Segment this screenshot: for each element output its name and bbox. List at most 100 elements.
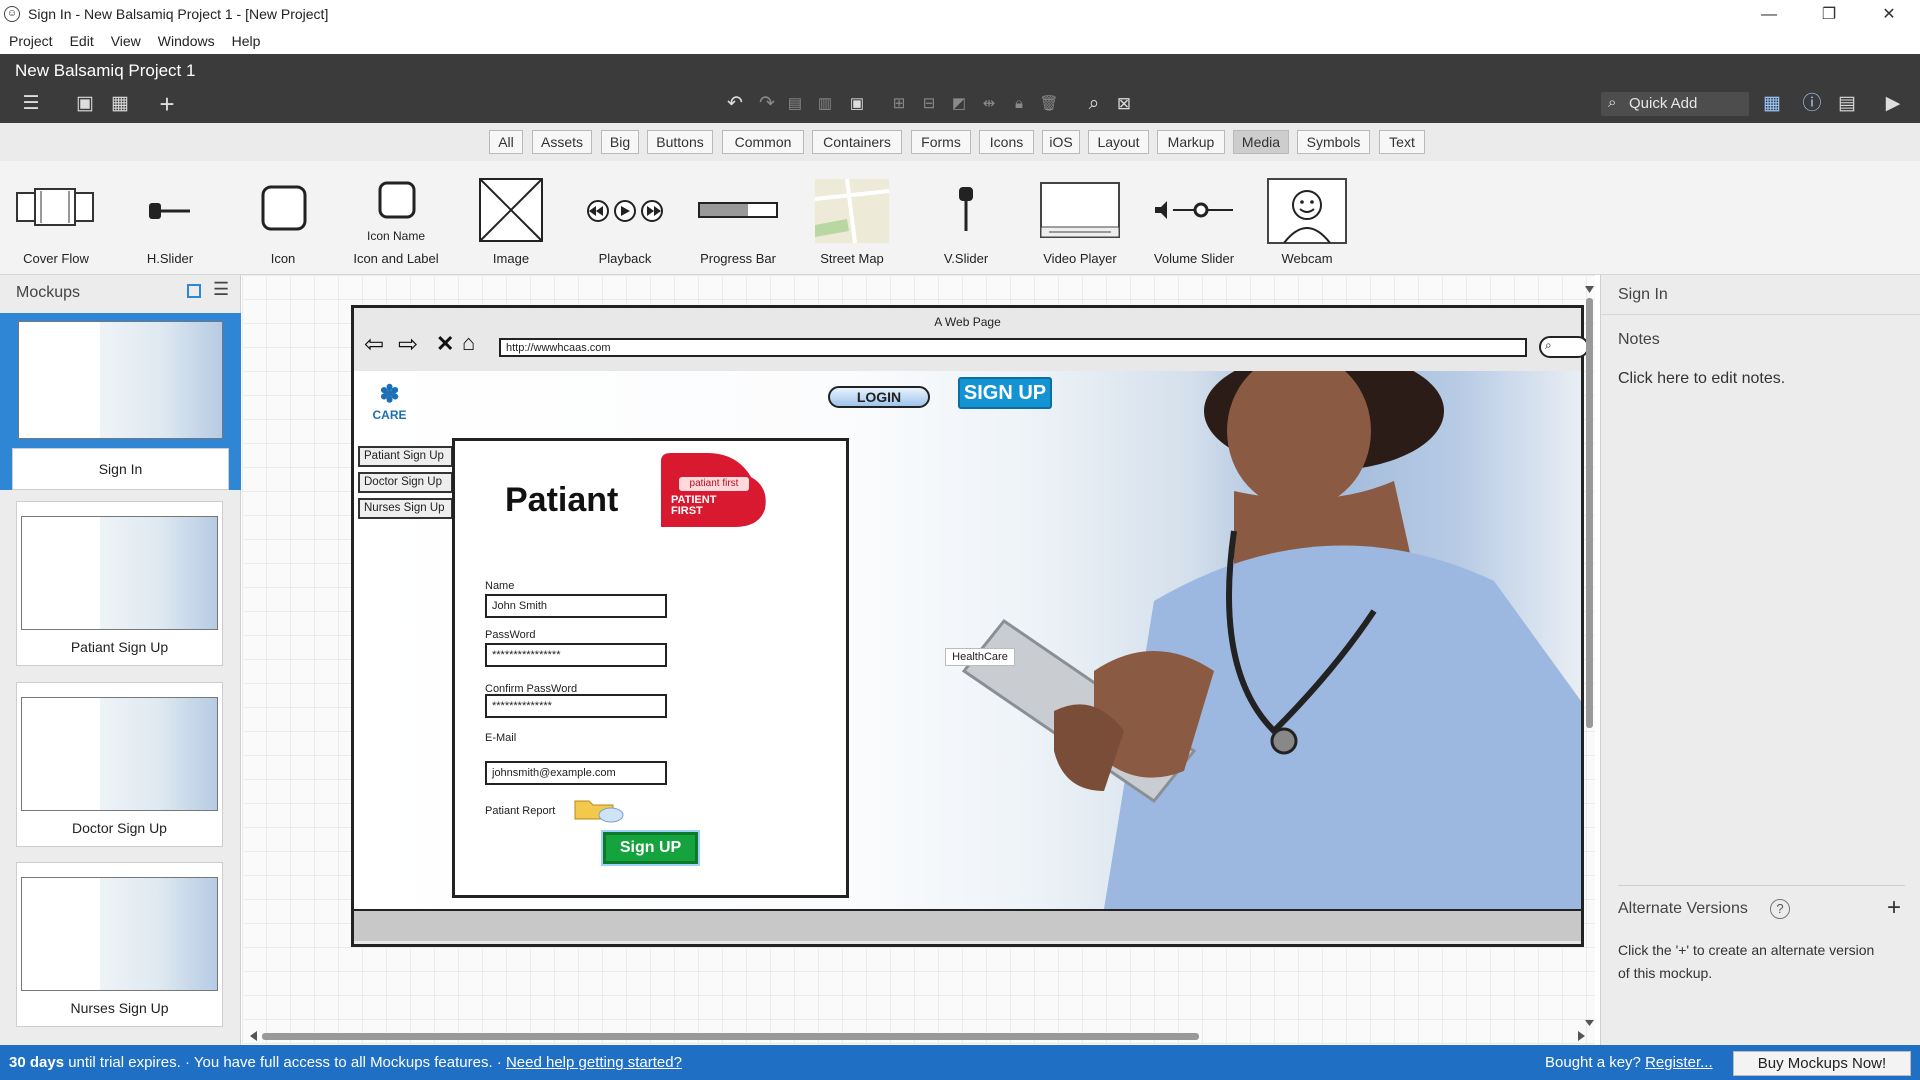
mockup-thumb-nurses-sign-up[interactable]: Nurses Sign Up [16, 862, 223, 1027]
form-signup-button[interactable]: Sign UP [603, 832, 698, 864]
component-icon[interactable]: Icon [228, 169, 338, 269]
nurses-signup-tab[interactable]: Nurses Sign Up [358, 498, 453, 519]
name-field[interactable]: John Smith [485, 594, 667, 618]
help-icon[interactable]: ? [1770, 899, 1790, 919]
email-field[interactable]: johnsmith@example.com [485, 761, 667, 785]
undo-icon[interactable]: ↶ [722, 92, 748, 116]
quick-add-input[interactable]: ⌕ Quick Add [1601, 92, 1749, 116]
forward-arrow-icon[interactable]: ⇨ [398, 330, 418, 359]
patiant-signup-tab[interactable]: Patiant Sign Up [358, 446, 453, 467]
fullscreen-icon[interactable]: ⊠ [1112, 92, 1136, 116]
mockup-thumb-patiant-sign-up[interactable]: Patiant Sign Up [16, 501, 223, 666]
component-video-player[interactable]: Video Player [1025, 169, 1135, 269]
notes-panel-icon[interactable]: ▤ [1834, 92, 1860, 116]
minimize-button[interactable]: — [1746, 2, 1792, 28]
component-label: Icon and Label [353, 251, 439, 266]
tab-common[interactable]: Common [722, 130, 804, 154]
lock-icon[interactable]: 🔒︎ [1008, 92, 1030, 116]
copy-icon[interactable]: ▥ [814, 92, 836, 116]
buy-now-button[interactable]: Buy Mockups Now! [1733, 1051, 1911, 1076]
folder-cloud-icon[interactable] [573, 795, 625, 823]
back-arrow-icon[interactable]: ⇦ [364, 330, 384, 359]
tab-symbols[interactable]: Symbols [1297, 130, 1370, 154]
care-logo-icon: ✽ [379, 381, 400, 408]
component-h-slider[interactable]: H.Slider [115, 169, 225, 269]
delete-icon[interactable]: 🗑︎ [1038, 92, 1060, 116]
tab-markup[interactable]: Markup [1157, 130, 1225, 154]
component-label: Icon [270, 251, 296, 266]
webcam-icon [1267, 178, 1347, 244]
close-button[interactable]: ✕ [1866, 2, 1912, 28]
menu-help[interactable]: Help [223, 29, 269, 49]
cut-icon[interactable]: ▤ [784, 92, 806, 116]
cover-flow-icon [16, 188, 94, 226]
confirm-password-field[interactable]: ************** [485, 694, 667, 718]
add-mockup-icon[interactable]: + [153, 91, 181, 117]
tab-ios[interactable]: iOS [1042, 130, 1080, 154]
horizontal-scrollbar[interactable] [250, 1030, 1585, 1042]
home-icon[interactable]: ⌂ [462, 330, 475, 356]
component-street-map[interactable]: Street Map [797, 169, 907, 269]
component-webcam[interactable]: Webcam [1252, 169, 1362, 269]
stop-icon[interactable]: ✕ [436, 331, 454, 357]
component-cover-flow[interactable]: Cover Flow [1, 169, 111, 269]
notes-edit-area[interactable]: Click here to edit notes. [1618, 370, 1785, 388]
component-playback[interactable]: Playback [570, 169, 680, 269]
patient-first-badge: patiant first PATIENT FIRST [655, 451, 775, 531]
care-logo-text: CARE [372, 408, 407, 422]
separator: · [184, 1054, 190, 1071]
presentation-mode-icon[interactable]: ▶ [1879, 92, 1907, 116]
quick-add-placeholder: Quick Add [1629, 95, 1698, 112]
tab-assets[interactable]: Assets [532, 130, 592, 154]
mockup-thumb-doctor-sign-up[interactable]: Doctor Sign Up [16, 682, 223, 847]
doctor-signup-tab[interactable]: Doctor Sign Up [358, 472, 453, 493]
help-link[interactable]: Need help getting started? [506, 1054, 682, 1071]
restore-button[interactable]: ❐ [1806, 2, 1852, 28]
tab-containers[interactable]: Containers [812, 130, 902, 154]
hamburger-menu-icon[interactable]: ☰ [14, 92, 48, 116]
vertical-scrollbar[interactable] [1584, 286, 1595, 1026]
login-button[interactable]: LOGIN [828, 386, 930, 408]
group-icon[interactable]: ⊞ [888, 92, 910, 116]
single-view-icon[interactable]: ▣ [72, 92, 98, 116]
signup-button[interactable]: SIGN UP [958, 377, 1052, 409]
info-icon[interactable]: ⓘ [1799, 92, 1825, 116]
menu-windows[interactable]: Windows [149, 29, 223, 49]
thumbnail-view-icon[interactable] [187, 284, 201, 298]
menu-project[interactable]: Project [0, 29, 61, 49]
menu-view[interactable]: View [102, 29, 149, 49]
browser-search-icon[interactable]: ⌕ [1539, 336, 1589, 358]
component-v-slider[interactable]: V.Slider [911, 169, 1021, 269]
tab-buttons[interactable]: Buttons [647, 130, 713, 154]
find-icon[interactable]: ⌕ [1082, 92, 1106, 116]
grid-view-icon[interactable]: ▦ [107, 92, 133, 116]
component-progress-bar[interactable]: Progress Bar [683, 169, 793, 269]
tab-media[interactable]: Media [1233, 130, 1289, 154]
component-volume-slider[interactable]: Volume Slider [1139, 169, 1249, 269]
tab-text[interactable]: Text [1379, 130, 1425, 154]
browser-window-mockup[interactable]: A Web Page ⇦ ⇨ ✕ ⌂ http://wwwhcaas.com ⌕… [351, 305, 1589, 947]
align-icon[interactable]: ⇹ [978, 92, 1000, 116]
redo-icon[interactable]: ↷ [754, 92, 780, 116]
list-view-icon[interactable]: ☰ [213, 279, 229, 300]
password-field[interactable]: **************** [485, 643, 667, 667]
add-alternate-icon[interactable]: + [1887, 894, 1901, 922]
badge-small-text: patiant first [679, 477, 749, 491]
mockup-thumb-sign-in[interactable]: Sign In [0, 313, 241, 490]
street-map-icon [814, 178, 890, 244]
paste-icon[interactable]: ▣ [846, 92, 868, 116]
component-image[interactable]: Image [456, 169, 566, 269]
url-field[interactable]: http://wwwhcaas.com [499, 338, 1527, 357]
ui-library-icon[interactable]: ▦ [1759, 92, 1785, 116]
register-link[interactable]: Register... [1645, 1054, 1713, 1071]
tab-layout[interactable]: Layout [1088, 130, 1149, 154]
mockup-name[interactable]: Sign In [1618, 286, 1668, 304]
tab-big[interactable]: Big [601, 130, 639, 154]
tab-forms[interactable]: Forms [911, 130, 971, 154]
component-icon-and-label[interactable]: Icon Name Icon and Label [341, 169, 451, 269]
arrange-icon[interactable]: ◩ [948, 92, 970, 116]
menu-edit[interactable]: Edit [61, 29, 102, 49]
ungroup-icon[interactable]: ⊟ [918, 92, 940, 116]
tab-icons[interactable]: Icons [979, 130, 1034, 154]
tab-all[interactable]: All [489, 130, 523, 154]
